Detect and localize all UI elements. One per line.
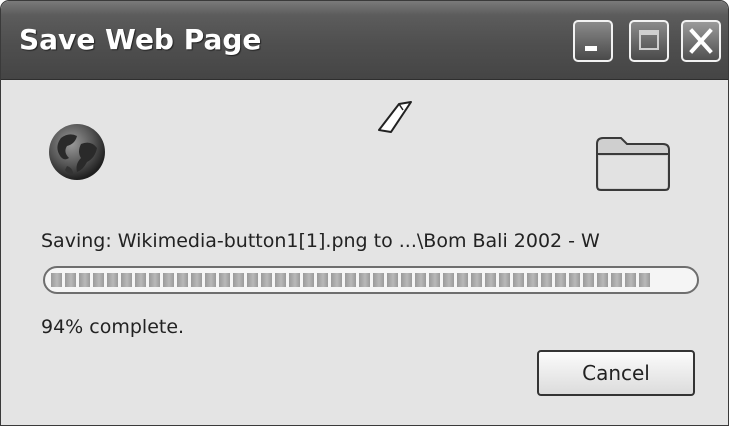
maximize-button[interactable] xyxy=(629,20,669,62)
folder-icon xyxy=(596,137,670,191)
dialog-content: Saving: Wikimedia-button1[1].png to ...\… xyxy=(1,80,728,425)
title-bar[interactable]: Save Web Page xyxy=(1,1,728,80)
maximize-icon xyxy=(639,30,659,50)
paper-flying-icon xyxy=(378,101,412,133)
save-web-page-dialog: Save Web Page Saving: Wikimedia-button1[… xyxy=(0,0,729,426)
close-button[interactable] xyxy=(681,20,721,62)
window-title: Save Web Page xyxy=(19,23,262,56)
progress-bar-fill xyxy=(51,273,653,287)
progress-bar xyxy=(43,266,699,294)
globe-icon xyxy=(49,124,105,180)
percent-complete-text: 94% complete. xyxy=(41,316,185,338)
minimize-button[interactable] xyxy=(573,20,613,62)
cancel-button[interactable]: Cancel xyxy=(537,350,695,396)
close-icon xyxy=(689,28,713,54)
saving-status-text: Saving: Wikimedia-button1[1].png to ...\… xyxy=(41,230,600,252)
minimize-icon xyxy=(585,46,597,51)
